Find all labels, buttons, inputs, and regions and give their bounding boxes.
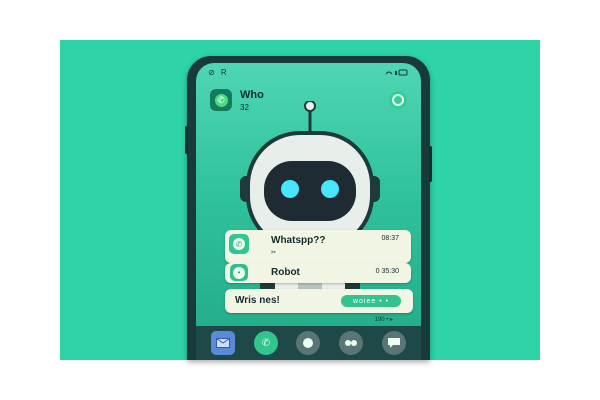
phone-icon: ✆ [214, 93, 228, 107]
mail-icon[interactable] [211, 331, 236, 355]
chat-icon: • [230, 264, 248, 281]
whatsapp-nav-icon[interactable]: ✆ [253, 331, 278, 355]
phone-screen: ⊘ R ✆ Who 32 ✆ Whatspp?? ✂ 08:37 • Robot… [196, 63, 421, 360]
scissors-icon: ✂ [271, 250, 277, 256]
ring-icon [392, 94, 404, 106]
status-bar: ⊘ R [208, 68, 409, 80]
status-right-icons [385, 68, 409, 78]
whatsapp-icon: ✆ [229, 234, 249, 254]
whatsapp-app-icon[interactable]: ✆ [210, 89, 232, 111]
message-time: 08:37 [381, 235, 399, 242]
chat-title: Who [240, 89, 264, 101]
phone-frame: ⊘ R ✆ Who 32 ✆ Whatspp?? ✂ 08:37 • Robot… [185, 56, 432, 360]
circle-nav-icon[interactable] [296, 331, 321, 355]
message-time: 0 35:30 [375, 268, 399, 275]
more-nav-icon[interactable] [339, 331, 364, 355]
menu-ring-icon[interactable] [389, 91, 407, 109]
chat-bubble-nav-icon[interactable] [381, 331, 406, 355]
bottom-nav: ✆ [196, 326, 421, 360]
compose-text: Wris nes! [235, 295, 280, 306]
phone-side-button [429, 146, 432, 182]
meta-text: 190 • ▸ [374, 317, 393, 323]
signal-icon [385, 69, 408, 76]
compose-bar[interactable]: Wris nes! woiee • • [225, 289, 413, 313]
message-text: Whatspp?? [271, 235, 326, 246]
message-bubble[interactable]: • Robot 0 35:30 [225, 263, 411, 283]
message-bubble[interactable]: ✆ Whatspp?? ✂ 08:37 [225, 230, 411, 263]
status-left-text: ⊘ R [208, 68, 229, 77]
send-pill-button[interactable]: woiee • • [341, 295, 401, 307]
message-text: Robot [271, 267, 300, 278]
phone-side-button [185, 126, 188, 154]
